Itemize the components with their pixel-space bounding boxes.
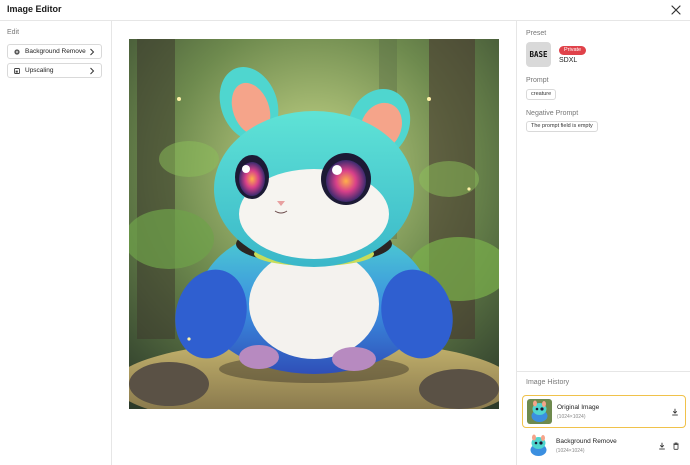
image-canvas[interactable] [112,21,516,465]
background-remove-button[interactable]: Background Remove [7,44,102,59]
history-divider [517,371,690,372]
close-button[interactable] [670,4,682,16]
private-badge: Private [559,46,587,55]
preset-section-label: Preset [526,30,547,37]
history-item-size: (1024×1024) [557,413,586,420]
negative-prompt-section-label: Negative Prompt [526,110,579,117]
history-thumbnail [527,399,552,424]
history-item-original[interactable]: Original Image (1024×1024) [522,395,686,428]
history-item-size: (1024×1024) [556,447,585,454]
preset-name: SDXL [559,57,578,64]
close-icon [671,5,681,15]
upscale-icon [14,67,20,74]
chevron-right-icon [90,48,95,55]
details-panel: Preset BASE Private SDXL Prompt creature… [516,21,690,465]
upscaling-button[interactable]: Upscaling [7,63,102,78]
creature-artwork [129,39,499,409]
edit-panel: Edit Background Remove Upscaling [0,21,112,465]
history-item-name: Background Remove [556,437,617,445]
history-item-name: Original Image [557,403,600,411]
prompt-tag: creature [526,89,557,100]
trash-icon[interactable] [672,442,680,450]
download-icon[interactable] [658,442,666,450]
history-item-background-remove[interactable]: Background Remove (1024×1024) [522,429,686,462]
chevron-right-icon [90,67,95,74]
background-remove-icon [14,48,20,55]
background-remove-label: Background Remove [25,48,86,55]
preset-thumbnail: BASE [526,42,551,67]
title-bar: Image Editor [0,0,690,21]
window-title: Image Editor [7,4,62,14]
download-icon[interactable] [671,408,679,416]
edit-section-label: Edit [7,29,20,36]
history-section-label: Image History [526,379,570,386]
history-thumbnail [526,433,551,458]
negative-prompt-tag: The prompt field is empty [526,121,598,132]
prompt-section-label: Prompt [526,77,549,84]
upscaling-label: Upscaling [25,67,54,74]
